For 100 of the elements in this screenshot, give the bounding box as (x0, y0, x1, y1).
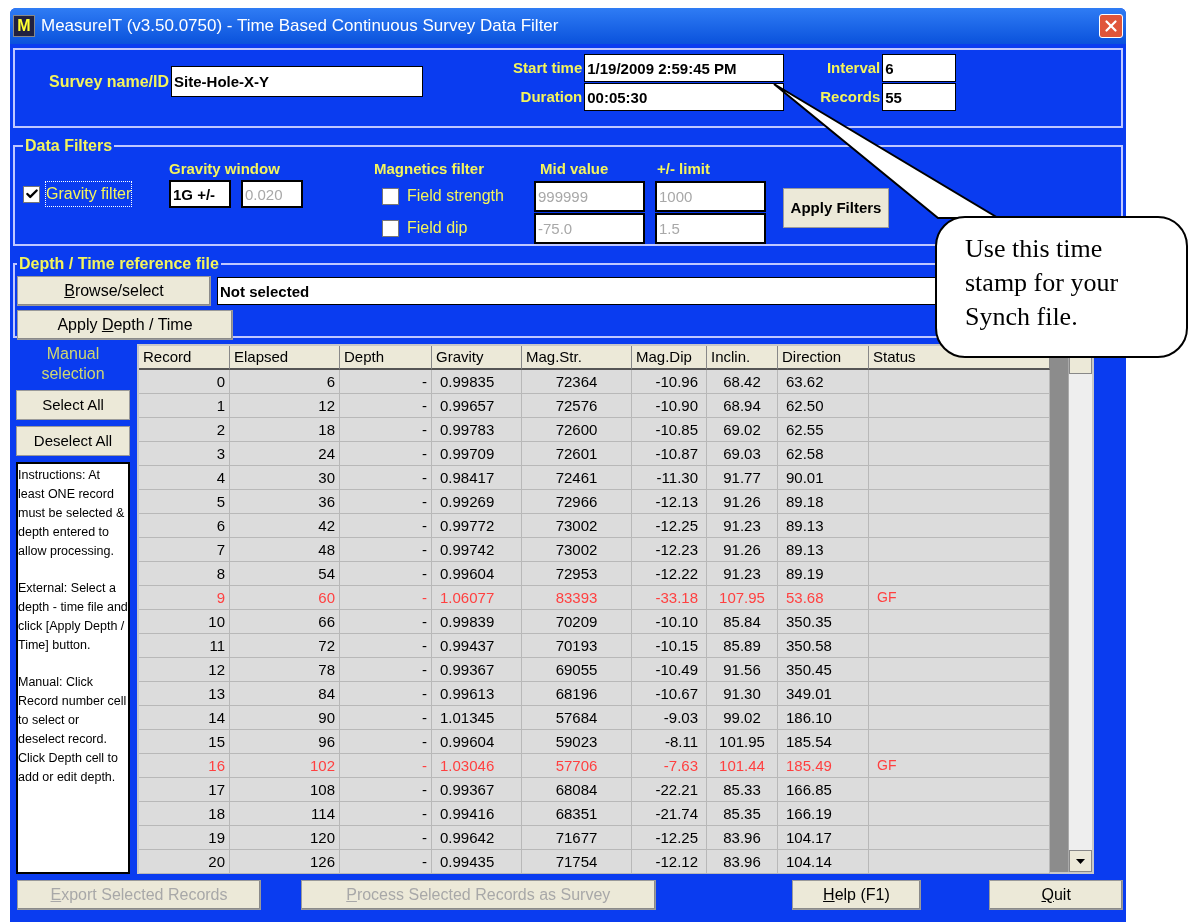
column-header[interactable]: Mag.Dip (632, 346, 707, 370)
table-row[interactable]: 20 126 - 0.99435 71754 -12.12 83.96 104.14 (139, 850, 1050, 874)
table-cell: -10.67 (632, 682, 707, 706)
table-row[interactable]: 7 48 - 0.99742 73002 -12.23 91.26 89.13 (139, 538, 1050, 562)
table-cell[interactable]: 4 (139, 466, 230, 490)
checkbox[interactable] (382, 187, 399, 205)
column-label: +/- limit (656, 159, 711, 179)
table-cell[interactable]: - (340, 394, 432, 418)
table-cell[interactable]: - (340, 514, 432, 538)
table-cell: 0.99709 (432, 442, 522, 466)
column-header[interactable]: Depth (340, 346, 432, 370)
table-row[interactable]: 10 66 - 0.99839 70209 -10.10 85.84 350.35 (139, 610, 1050, 634)
table-row[interactable]: 11 72 - 0.99437 70193 -10.15 85.89 350.58 (139, 634, 1050, 658)
table-cell: 72461 (522, 466, 632, 490)
table-cell[interactable]: 17 (139, 778, 230, 802)
column-header[interactable]: Gravity (432, 346, 522, 370)
table-cell[interactable]: - (340, 634, 432, 658)
table-cell: 85.84 (707, 610, 778, 634)
table-cell[interactable]: - (340, 802, 432, 826)
start-time-field[interactable]: 1/19/2009 2:59:45 PM (584, 54, 785, 82)
select-all-button[interactable]: Select All (16, 390, 130, 420)
table-cell: 73002 (522, 538, 632, 562)
table-row[interactable]: 13 84 - 0.99613 68196 -10.67 91.30 349.01 (139, 682, 1050, 706)
table-row[interactable]: 12 78 - 0.99367 69055 -10.49 91.56 350.45 (139, 658, 1050, 682)
table-row[interactable]: 1 12 - 0.99657 72576 -10.90 68.94 62.50 (139, 394, 1050, 418)
table-cell[interactable]: - (340, 466, 432, 490)
interval-field[interactable]: 6 (882, 54, 957, 82)
table-cell[interactable]: 20 (139, 850, 230, 874)
duration-field[interactable]: 00:05:30 (584, 83, 785, 111)
table-row[interactable]: 15 96 - 0.99604 59023 -8.11 101.95 185.54 (139, 730, 1050, 754)
table-row[interactable]: 4 30 - 0.98417 72461 -11.30 91.77 90.01 (139, 466, 1050, 490)
gravity-window-mode[interactable]: 1G +/- (169, 180, 231, 208)
table-cell: 0.99437 (432, 634, 522, 658)
checkbox[interactable] (23, 185, 40, 203)
table-cell[interactable]: - (340, 490, 432, 514)
column-header[interactable]: Direction (778, 346, 869, 370)
table-cell[interactable]: - (340, 826, 432, 850)
help-button[interactable]: Help (F1) (791, 880, 922, 910)
table-cell[interactable]: - (340, 730, 432, 754)
deselect-all-button[interactable]: Deselect All (16, 426, 130, 456)
table-cell[interactable]: 6 (139, 514, 230, 538)
table-cell[interactable]: 19 (139, 826, 230, 850)
table-cell: 107.95 (707, 586, 778, 610)
table-cell: 0.99604 (432, 562, 522, 586)
table-cell[interactable]: 2 (139, 418, 230, 442)
table-cell[interactable]: 7 (139, 538, 230, 562)
table-cell[interactable]: - (340, 850, 432, 874)
table-cell[interactable]: 11 (139, 634, 230, 658)
table-cell[interactable]: 3 (139, 442, 230, 466)
table-cell[interactable]: 5 (139, 490, 230, 514)
table-cell[interactable]: - (340, 562, 432, 586)
column-header[interactable]: Mag.Str. (522, 346, 632, 370)
table-cell[interactable]: 10 (139, 610, 230, 634)
table-row[interactable]: 2 18 - 0.99783 72600 -10.85 69.02 62.55 (139, 418, 1050, 442)
table-cell[interactable]: - (340, 610, 432, 634)
table-cell[interactable]: - (340, 538, 432, 562)
apply-filters-button[interactable]: Apply Filters (783, 188, 889, 228)
table-cell[interactable]: 1 (139, 394, 230, 418)
table-cell: 89.13 (778, 514, 869, 538)
table-row[interactable]: 8 54 - 0.99604 72953 -12.22 91.23 89.19 (139, 562, 1050, 586)
table-cell[interactable]: - (340, 778, 432, 802)
column-header[interactable]: Record (139, 346, 230, 370)
table-row[interactable]: 5 36 - 0.99269 72966 -12.13 91.26 89.18 (139, 490, 1050, 514)
column-header[interactable]: Inclin. (707, 346, 778, 370)
column-header[interactable]: Elapsed (230, 346, 340, 370)
survey-name-field[interactable]: Site-Hole-X-Y (171, 66, 424, 97)
table-cell: 71754 (522, 850, 632, 874)
table-cell: 102 (230, 754, 340, 778)
table-row[interactable]: 17 108 - 0.99367 68084 -22.21 85.33 166.85 (139, 778, 1050, 802)
table-cell[interactable]: - (340, 658, 432, 682)
table-row[interactable]: 14 90 - 1.01345 57684 -9.03 99.02 186.10 (139, 706, 1050, 730)
table-cell[interactable]: - (340, 706, 432, 730)
checkbox-label[interactable]: Field strength (407, 184, 504, 208)
table-row[interactable]: 19 120 - 0.99642 71677 -12.25 83.96 104.17 (139, 826, 1050, 850)
records-field[interactable]: 55 (882, 83, 957, 111)
table-cell: 72953 (522, 562, 632, 586)
table-row[interactable]: 0 6 - 0.99835 72364 -10.96 68.42 63.62 (139, 370, 1050, 394)
table-cell[interactable]: 0 (139, 370, 230, 394)
table-cell[interactable]: 8 (139, 562, 230, 586)
table-cell: 0.99742 (432, 538, 522, 562)
table-row[interactable]: 6 42 - 0.99772 73002 -12.25 91.23 89.13 (139, 514, 1050, 538)
table-cell[interactable]: 15 (139, 730, 230, 754)
table-row[interactable]: 3 24 - 0.99709 72601 -10.87 69.03 62.58 (139, 442, 1050, 466)
table-cell[interactable]: 13 (139, 682, 230, 706)
scroll-down-button[interactable] (1069, 850, 1092, 872)
table-cell[interactable]: - (340, 370, 432, 394)
close-button[interactable] (1099, 14, 1123, 38)
checkbox-label[interactable]: Gravity filter (46, 182, 132, 206)
table-cell[interactable]: - (340, 442, 432, 466)
table-row[interactable]: 18 114 - 0.99416 68351 -21.74 85.35 166.19 (139, 802, 1050, 826)
table-cell[interactable]: - (340, 682, 432, 706)
checkbox[interactable] (382, 219, 399, 237)
table-cell[interactable]: 12 (139, 658, 230, 682)
table-cell[interactable]: - (340, 418, 432, 442)
checkbox-label[interactable]: Field dip (407, 216, 468, 240)
apply-depth-time-button[interactable]: Apply Depth / Time (17, 310, 233, 340)
table-cell[interactable]: 14 (139, 706, 230, 730)
quit-button[interactable]: Quit (989, 880, 1123, 910)
table-cell[interactable]: 18 (139, 802, 230, 826)
browse-button[interactable]: Browse/select (17, 276, 211, 306)
